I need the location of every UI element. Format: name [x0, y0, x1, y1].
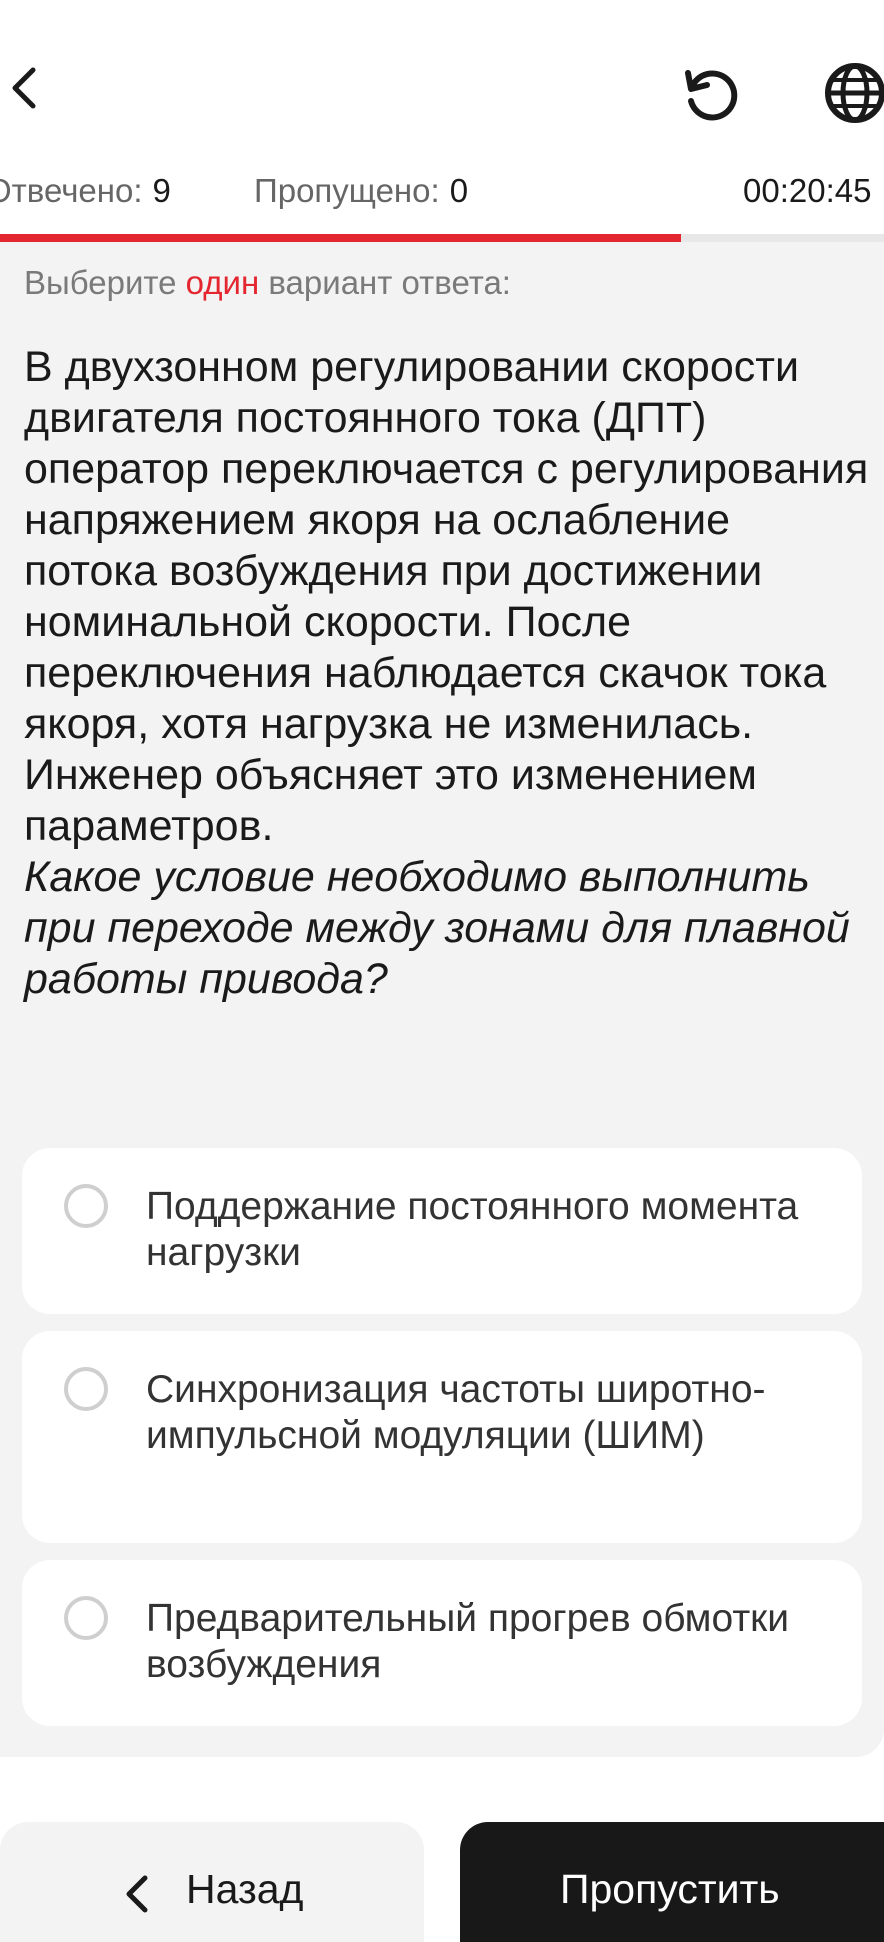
reset-button[interactable]	[670, 58, 750, 128]
instruction-highlight: один	[185, 264, 260, 301]
answered-label: Отвечено:	[0, 172, 143, 209]
skipped-stat: Пропущено: 0	[254, 172, 468, 210]
skip-button[interactable]: Пропустить	[460, 1822, 884, 1942]
skipped-count: 0	[449, 172, 469, 209]
refresh-icon	[685, 70, 738, 121]
answer-instruction: Выберите один вариант ответа:	[24, 264, 511, 302]
answer-option-1[interactable]: Поддержание постоянного момента нагрузки	[22, 1148, 862, 1314]
back-button[interactable]: Назад	[0, 1822, 424, 1942]
globe-icon	[825, 63, 884, 123]
radio-button[interactable]	[64, 1367, 108, 1411]
option-label: Предварительный прогрев обмотки возбужде…	[146, 1597, 790, 1686]
answered-count: 9	[152, 172, 171, 209]
chevron-left-icon	[126, 1875, 148, 1913]
progress-bar	[0, 234, 884, 242]
answered-stat: Отвечено: 9	[0, 172, 171, 210]
question-body: В двухзонном регулировании скорости двиг…	[24, 343, 869, 850]
option-label: Синхронизация частоты широтно-импульсной…	[146, 1368, 766, 1457]
question-text: В двухзонном регулировании скорости двиг…	[24, 342, 874, 1005]
radio-button[interactable]	[64, 1184, 108, 1228]
question-panel: Выберите один вариант ответа: В двухзонн…	[0, 242, 884, 1757]
answer-option-3[interactable]: Предварительный прогрев обмотки возбужде…	[22, 1560, 862, 1726]
radio-button[interactable]	[64, 1596, 108, 1640]
skip-button-label: Пропустить	[560, 1866, 780, 1912]
answer-option-2[interactable]: Синхронизация частоты широтно-импульсной…	[22, 1331, 862, 1543]
back-nav-button[interactable]	[0, 58, 48, 118]
option-label: Поддержание постоянного момента нагрузки	[146, 1185, 799, 1274]
chevron-left-icon	[12, 67, 36, 109]
skipped-label: Пропущено:	[254, 172, 440, 209]
question-prompt: Какое условие необходимо выполнить при п…	[24, 853, 850, 1003]
top-bar	[0, 0, 884, 180]
timer: 00:20:45	[743, 172, 872, 209]
progress-bar-fill	[0, 234, 681, 242]
instruction-prefix: Выберите	[24, 264, 177, 301]
language-button[interactable]	[815, 58, 884, 128]
back-button-label: Назад	[186, 1866, 304, 1912]
instruction-suffix: вариант ответа:	[268, 264, 511, 301]
